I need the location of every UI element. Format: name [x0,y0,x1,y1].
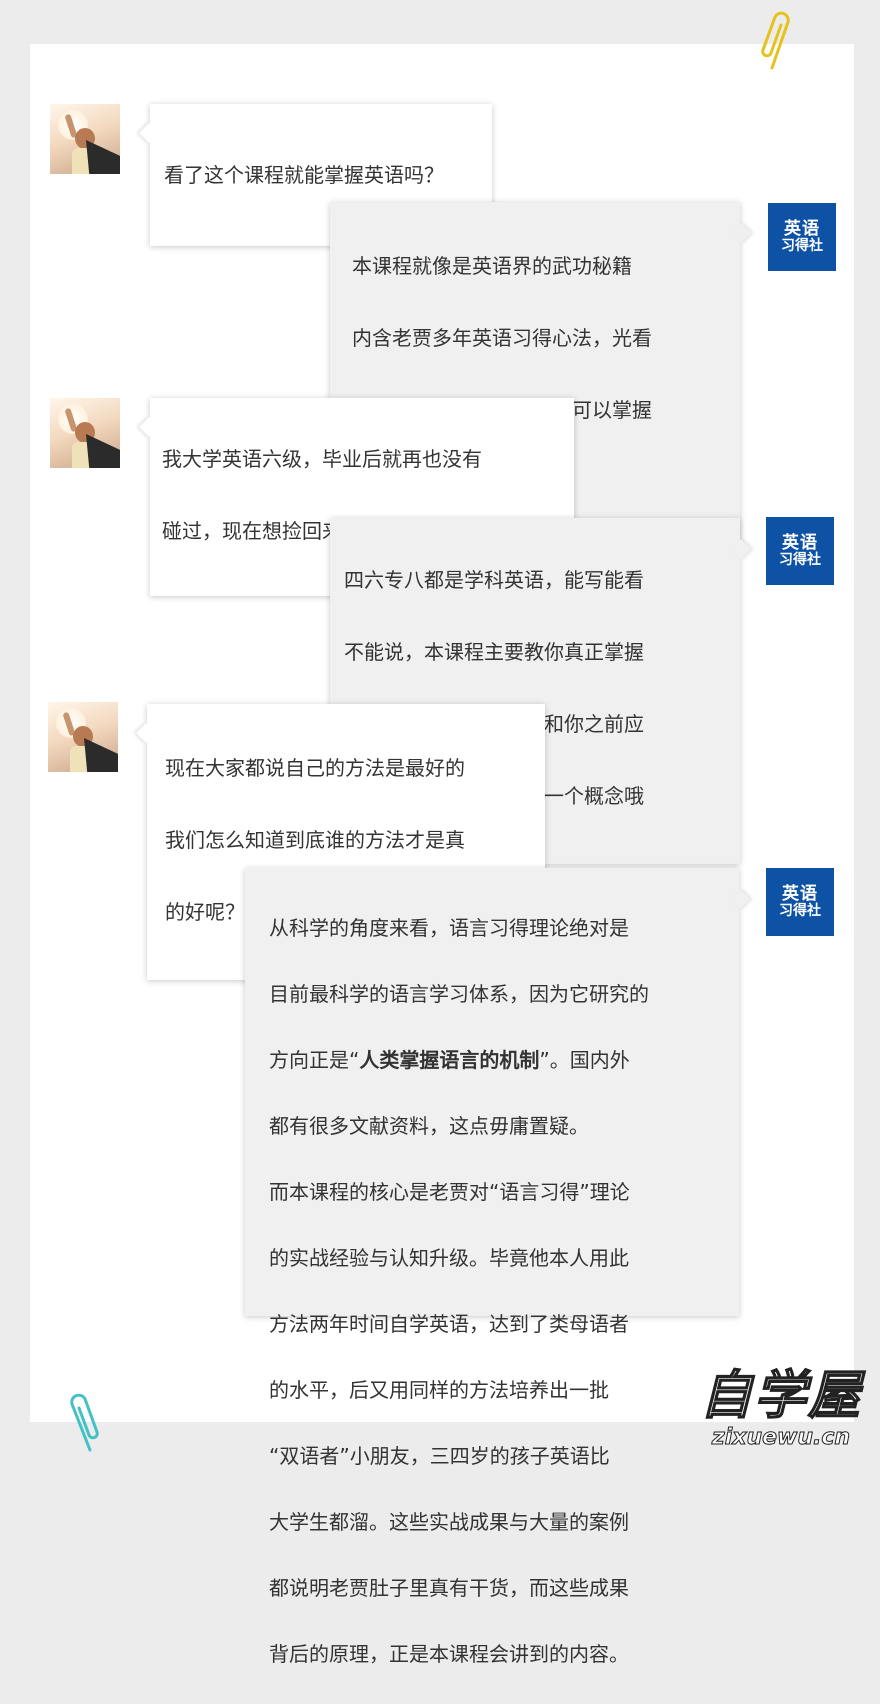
paperclip-top-icon [761,11,790,70]
user-avatar [50,398,120,468]
brand-logo: 英语 习得社 [768,203,836,271]
user-avatar [48,702,118,772]
brand-logo-line1: 英语 [782,532,818,553]
message-line: 而本课程的核心是老贾对“语言习得”理论 [269,1180,630,1204]
brand-logo-line2: 习得社 [779,902,821,919]
message-line: 方向正是“人类掌握语言的机制”。国内外 [269,1044,729,1077]
brand-logo-line1: 英语 [782,883,818,904]
brand-logo-line2: 习得社 [781,237,823,254]
message-line: 的水平，后又用同样的方法培养出一批 [269,1378,609,1402]
message-line: 我们怎么知道到底谁的方法才是真 [165,828,465,852]
message-text: ”。国内外 [539,1048,630,1072]
user-avatar [50,104,120,174]
message-line: 大学生都溜。这些实战成果与大量的案例 [269,1510,629,1534]
brand-logo-line2: 习得社 [779,551,821,568]
message-line: 内含老贾多年英语习得心法，光看 [352,326,652,350]
message-line: 目前最科学的语言学习体系，因为它研究的 [269,982,649,1006]
message-line: 从科学的角度来看，语言习得理论绝对是 [269,916,629,940]
message-line: 看了这个课程就能掌握英语吗？ [164,163,444,187]
message-line: 我大学英语六级，毕业后就再也没有 [162,447,482,471]
message-line: 背后的原理，正是本课程会讲到的内容。 [269,1642,629,1666]
message-line: “双语者”小朋友，三四岁的孩子英语比 [269,1444,610,1468]
message-line: 本课程就像是英语界的武功秘籍 [352,254,632,278]
message-line: 四六专八都是学科英语，能写能看 [344,568,644,592]
watermark-url: zixuewu.cn [711,1425,851,1450]
message-line: 的实战经验与认知升级。毕竟他本人用此 [269,1246,629,1270]
message-line: 不能说，本课程主要教你真正掌握 [344,640,644,664]
brand-logo: 英语 习得社 [766,868,834,936]
brand-message-bubble: 从科学的角度来看，语言习得理论绝对是 目前最科学的语言学习体系，因为它研究的 方… [245,868,739,1666]
watermark-title: 自学屋 [699,1365,862,1427]
paperclip-bottom-icon [70,1394,99,1452]
message-line: 都说明老贾肚子里真有干货，而这些成果 [269,1576,629,1600]
message-line: 方法两年时间自学英语，达到了类母语者 [269,1312,629,1336]
brand-logo: 英语 习得社 [766,517,834,585]
message-text: 方向正是“ [269,1048,360,1072]
watermark: 自学屋 zixuewu.cn [699,1365,862,1450]
brand-logo-line1: 英语 [784,218,820,239]
message-line: 都有很多文献资料，这点毋庸置疑。 [269,1114,589,1138]
emphasized-text: 人类掌握语言的机制 [359,1048,540,1072]
message-line: 现在大家都说自己的方法是最好的 [165,756,465,780]
